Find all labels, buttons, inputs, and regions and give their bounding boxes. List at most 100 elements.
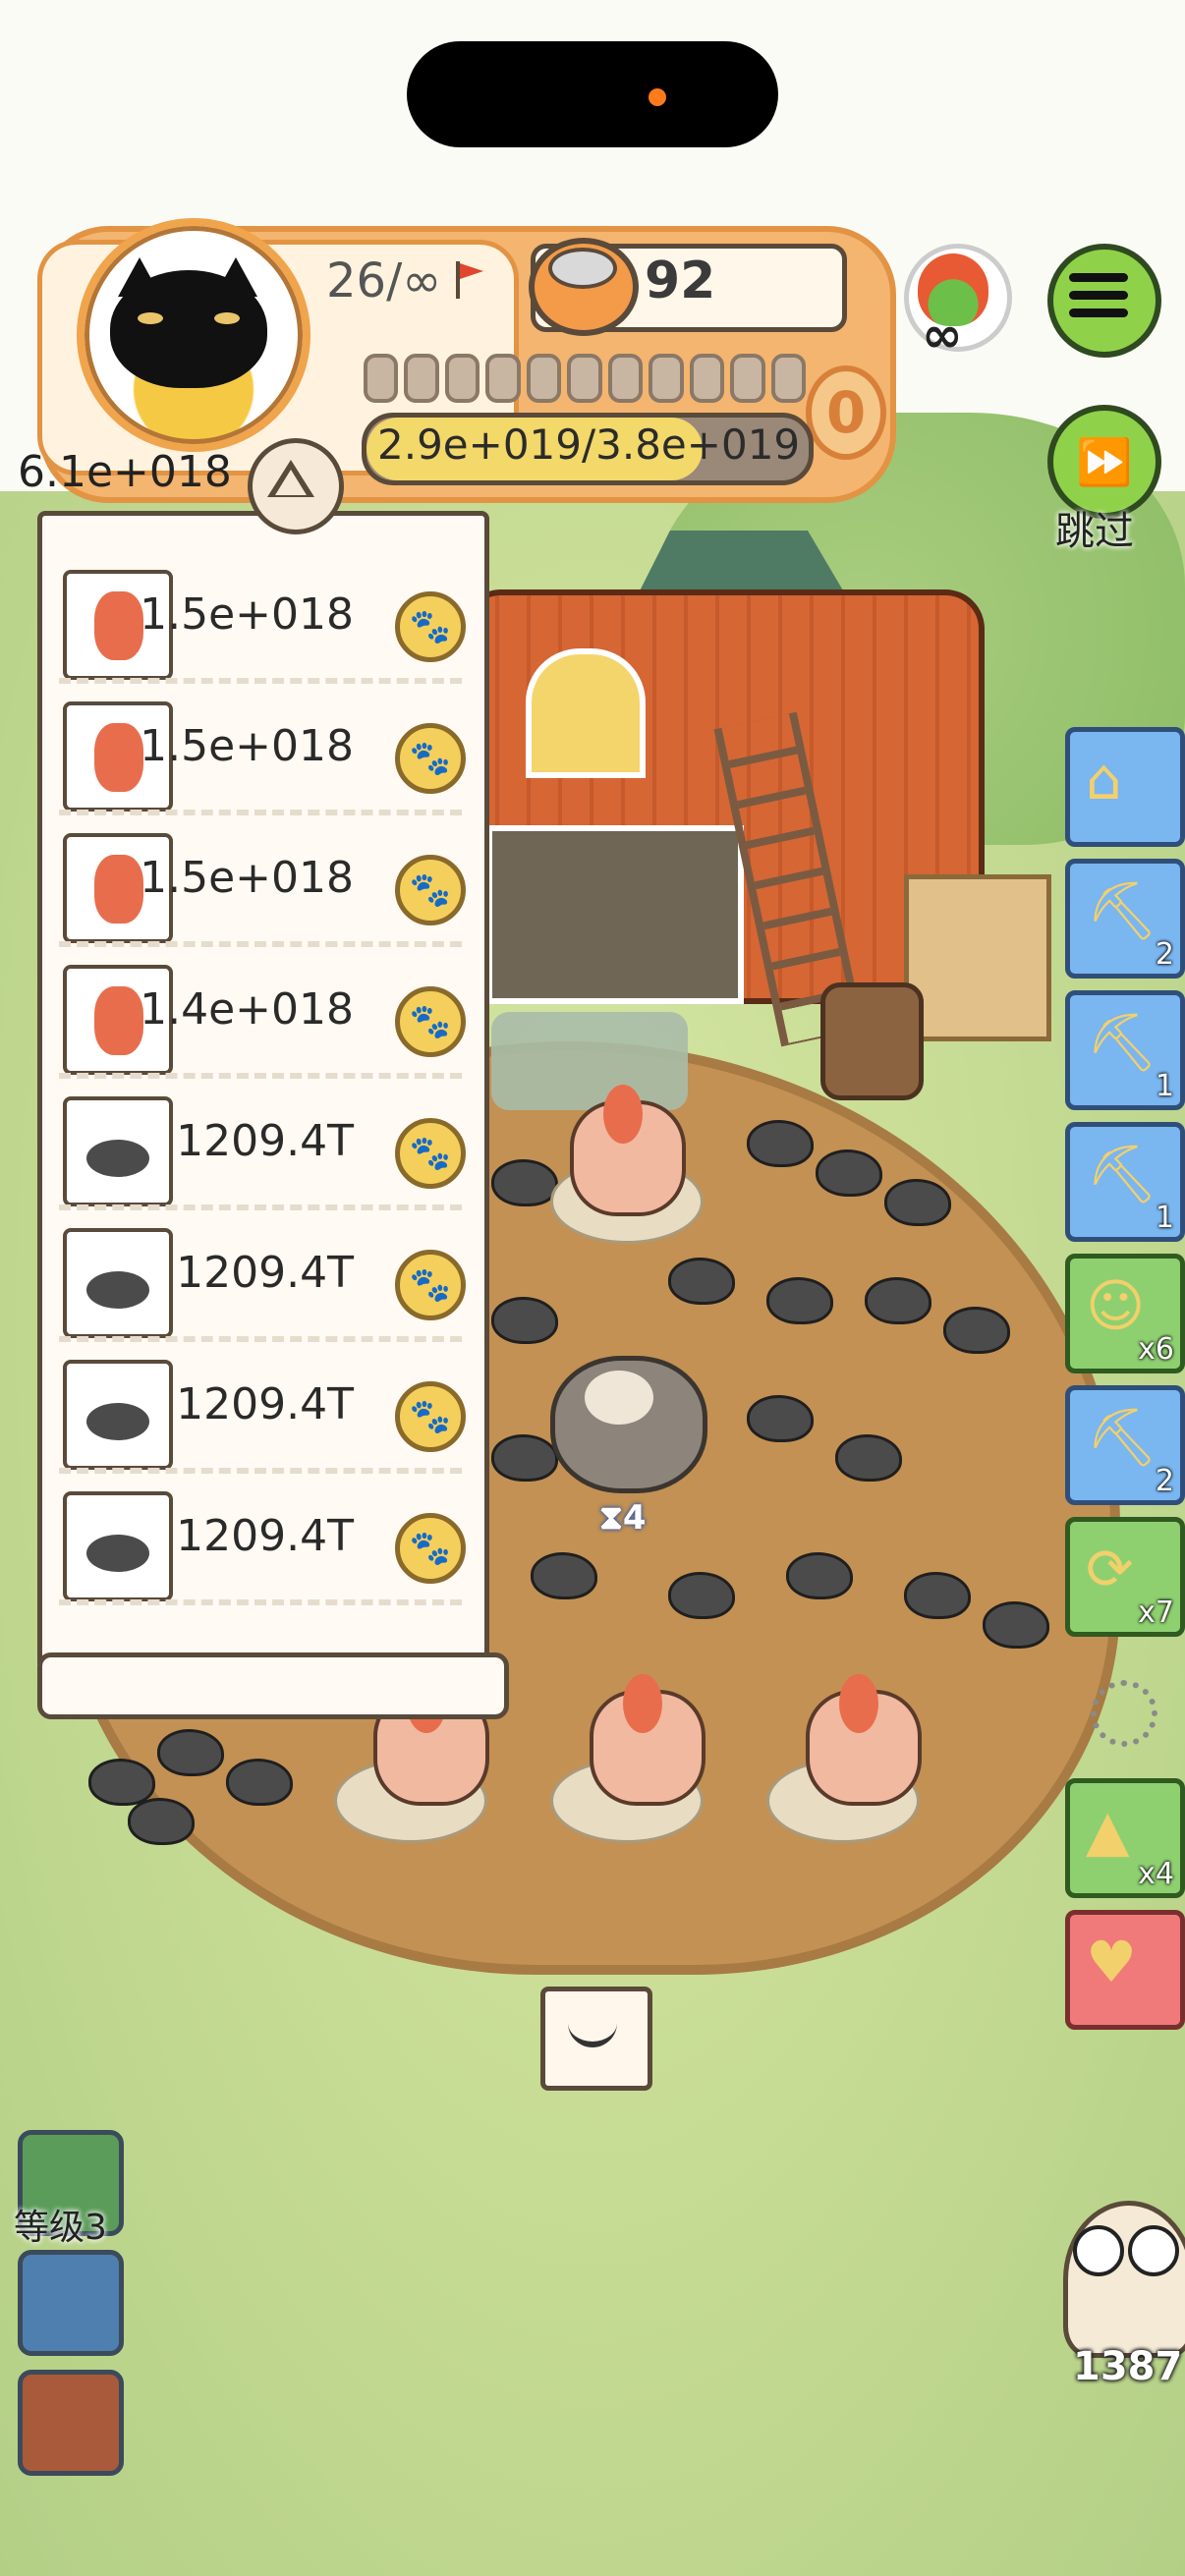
shovel-tool-button[interactable]: ⛏ 1 <box>1065 990 1185 1110</box>
output-value: 1.5e+018 <box>140 853 354 903</box>
mermaid-chicken-icon-figure <box>94 723 143 792</box>
hut-tool-button[interactable]: ⌂ <box>1065 727 1185 847</box>
tool-count: x4 <box>1138 1857 1174 1891</box>
paw-icon[interactable]: 🐾 <box>395 1250 466 1320</box>
shovel-tool-button[interactable]: ⛏ 2 <box>1065 859 1185 979</box>
barrel <box>820 982 924 1100</box>
output-row[interactable]: 1.4e+018 🐾 <box>59 945 466 1079</box>
sloth-timer-value: 4 <box>622 1498 647 1538</box>
mermaid-chicken[interactable] <box>590 1674 705 1806</box>
camera-dot <box>649 88 666 106</box>
flag-icon <box>456 261 483 299</box>
mole[interactable] <box>226 1759 293 1806</box>
mole-icon-figure <box>86 1535 149 1572</box>
cat-eye <box>214 312 240 324</box>
up-triangle-icon-inner <box>275 470 307 495</box>
wood-planks <box>491 1012 688 1110</box>
progress-segment <box>526 354 562 403</box>
paw-icon[interactable]: 🐾 <box>395 855 466 925</box>
mole[interactable] <box>531 1552 597 1599</box>
mermaid-chicken-icon-figure <box>94 986 143 1055</box>
mole-icon <box>63 1096 173 1206</box>
mole[interactable] <box>668 1258 735 1305</box>
mole-icon <box>63 1360 173 1470</box>
heart-tool-button[interactable]: ♥ <box>1065 1910 1185 2030</box>
mermaid-chicken[interactable] <box>570 1085 686 1216</box>
menu-icon <box>1069 308 1128 317</box>
shovel-icon: ⛏ <box>1086 1009 1158 1076</box>
mermaid-chicken-icon-figure <box>94 591 143 660</box>
output-value: 1209.4T <box>176 1248 354 1298</box>
mermaid-chicken-icon-figure <box>94 855 143 924</box>
paw-icon[interactable]: 🐾 <box>395 723 466 794</box>
shovel-tool-button[interactable]: ⛏ 1 <box>1065 1122 1185 1242</box>
cat-button[interactable] <box>18 2250 124 2356</box>
mole[interactable] <box>747 1120 814 1167</box>
barn-door <box>486 825 744 1004</box>
tool-count: 2 <box>1155 937 1174 972</box>
mole[interactable] <box>766 1277 833 1324</box>
mole[interactable] <box>904 1572 971 1619</box>
mole[interactable] <box>884 1179 951 1226</box>
paw-icon[interactable]: 🐾 <box>395 591 466 662</box>
output-row[interactable]: 1209.4T 🐾 <box>59 1472 466 1605</box>
tent-tool-button[interactable]: ▲ x4 <box>1065 1778 1185 1898</box>
paw-icon[interactable]: 🐾 <box>395 986 466 1057</box>
mermaid-chicken[interactable] <box>806 1674 922 1806</box>
worker-tool-button[interactable]: ☺ x6 <box>1065 1254 1185 1373</box>
mole[interactable] <box>88 1759 155 1806</box>
mole[interactable] <box>157 1729 224 1776</box>
output-row[interactable]: 1.5e+018 🐾 <box>59 813 466 947</box>
output-row[interactable]: 1209.4T 🐾 <box>59 1208 466 1342</box>
output-row[interactable]: 1.5e+018 🐾 <box>59 682 466 815</box>
progress-segments <box>364 354 806 403</box>
fruit-crates <box>904 874 1051 1041</box>
mole[interactable] <box>128 1798 195 1845</box>
owl-eye <box>1128 2225 1179 2276</box>
worker-icon: ☺ <box>1086 1272 1146 1339</box>
tool-count: x6 <box>1138 1332 1174 1367</box>
progress-segment <box>404 354 439 403</box>
menu-icon <box>1069 291 1128 300</box>
mole-icon <box>63 1491 173 1601</box>
shovel-tool-button[interactable]: ⛏ 2 <box>1065 1385 1185 1505</box>
menu-icon <box>1069 273 1128 282</box>
mole[interactable] <box>668 1572 735 1619</box>
mole[interactable] <box>786 1552 853 1599</box>
paw-icon[interactable]: 🐾 <box>395 1513 466 1584</box>
output-value: 1209.4T <box>176 1379 354 1429</box>
owl-character[interactable] <box>1063 2201 1185 2358</box>
menu-button[interactable] <box>1047 244 1161 358</box>
mole[interactable] <box>983 1601 1049 1649</box>
progress-segment <box>689 354 725 403</box>
mole[interactable] <box>835 1434 902 1482</box>
output-value: 1.5e+018 <box>140 721 354 771</box>
paw-icon[interactable]: 🐾 <box>395 1118 466 1189</box>
output-row[interactable]: 1.5e+018 🐾 <box>59 550 466 684</box>
progress-segment <box>607 354 644 403</box>
refresh-ticket-tool-button[interactable]: ⟳ x7 <box>1065 1517 1185 1637</box>
mole[interactable] <box>747 1395 814 1442</box>
progress-segment <box>770 354 806 403</box>
output-row[interactable]: 1209.4T 🐾 <box>59 1340 466 1474</box>
bag-button[interactable] <box>18 2370 124 2476</box>
tool-count: 2 <box>1155 1464 1174 1498</box>
loading-spinner-icon <box>1091 1680 1157 1747</box>
mole[interactable] <box>491 1159 558 1206</box>
mole[interactable] <box>816 1149 882 1197</box>
refresh-icon: ⟳ <box>1086 1536 1134 1602</box>
shovel-icon: ⛏ <box>1086 1404 1158 1471</box>
level-counter: 26/∞ <box>326 253 442 308</box>
paw-icon[interactable]: 🐾 <box>395 1381 466 1452</box>
mole[interactable] <box>491 1434 558 1482</box>
output-value: 1.4e+018 <box>140 984 354 1035</box>
output-row[interactable]: 1209.4T 🐾 <box>59 1077 466 1210</box>
tent-icon: ▲ <box>1086 1797 1130 1864</box>
hut-icon: ⌂ <box>1086 746 1122 812</box>
output-value: 1.5e+018 <box>140 589 354 640</box>
heart-icon: ♥ <box>1086 1929 1137 1995</box>
coin-value: 92 <box>645 252 716 310</box>
mole[interactable] <box>943 1307 1010 1354</box>
mole[interactable] <box>491 1297 558 1344</box>
mole[interactable] <box>865 1277 931 1324</box>
